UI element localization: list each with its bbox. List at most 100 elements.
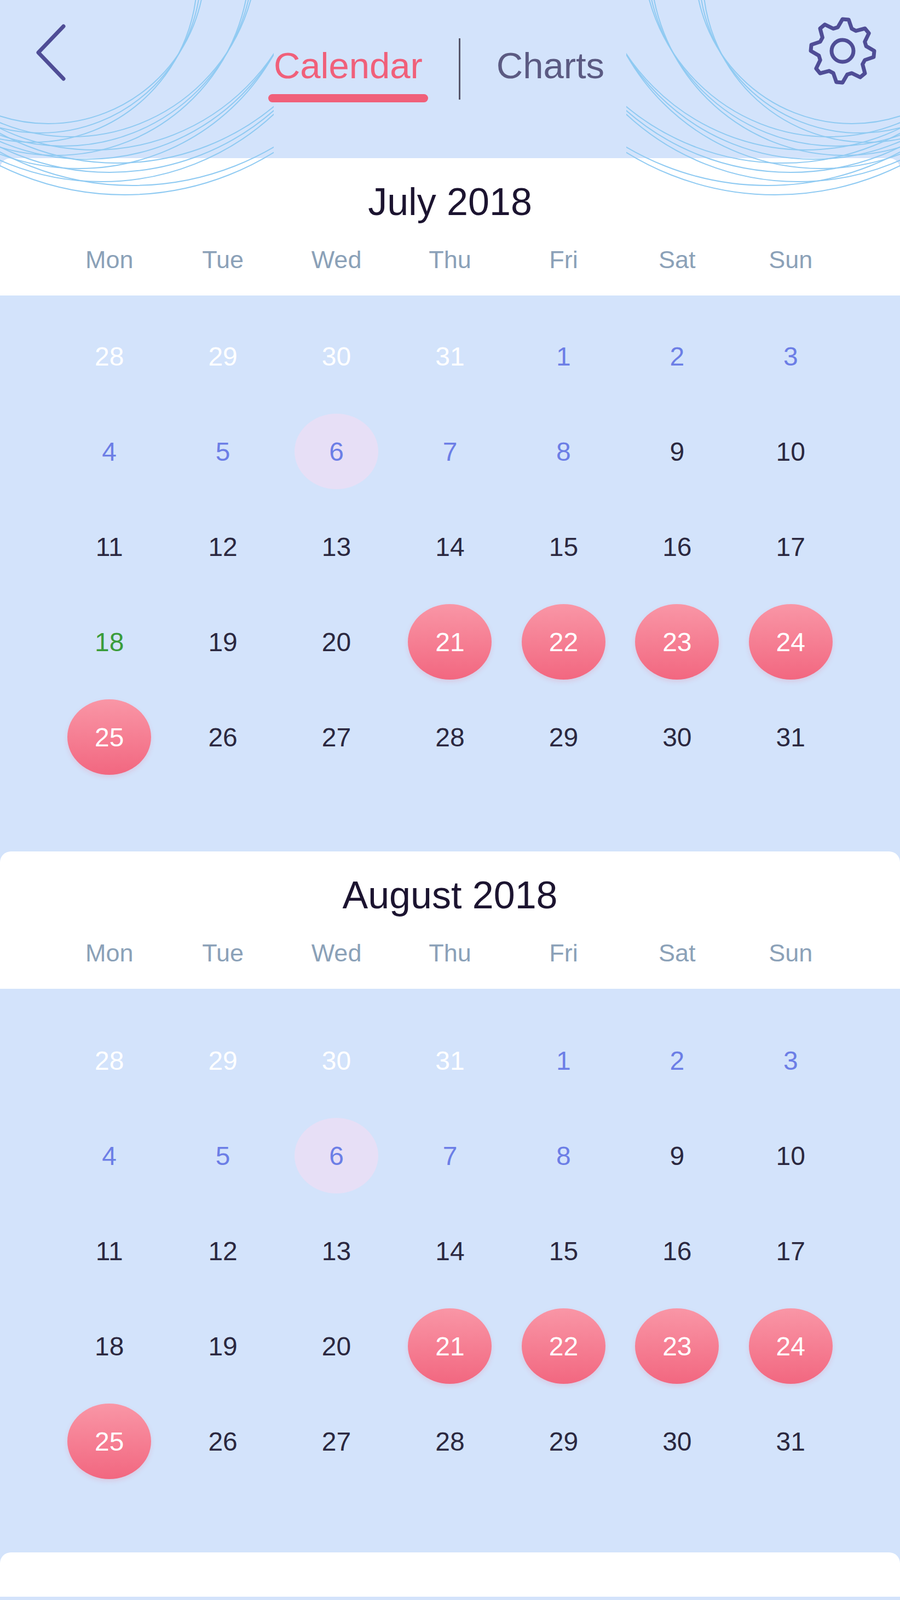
- day-cell[interactable]: 17: [734, 1203, 848, 1300]
- day-cell[interactable]: 4: [52, 1108, 166, 1204]
- day-cell[interactable]: 28: [393, 1394, 507, 1490]
- day-cell[interactable]: 8: [506, 1108, 621, 1204]
- tab[interactable]: Calendar: [268, 42, 429, 103]
- day-cell[interactable]: 5: [165, 1108, 280, 1204]
- day-cell[interactable]: 30: [620, 1394, 734, 1490]
- day-cell[interactable]: 31: [734, 1394, 848, 1490]
- day-number: 12: [181, 1213, 265, 1290]
- day-cell[interactable]: 30: [620, 689, 734, 786]
- day-cell[interactable]: 18: [52, 594, 166, 690]
- day-cell[interactable]: 14: [393, 1203, 507, 1300]
- day-number: 29: [181, 318, 265, 395]
- day-cell[interactable]: 23: [620, 594, 734, 690]
- day-cell[interactable]: 5: [165, 404, 280, 500]
- day-cell[interactable]: 15: [506, 499, 621, 595]
- day-cell[interactable]: 10: [734, 404, 848, 500]
- day-number: 27: [294, 699, 379, 776]
- weekday-label: Tue: [165, 243, 280, 277]
- day-cell[interactable]: 16: [620, 499, 734, 595]
- day-cell[interactable]: 9: [620, 404, 734, 500]
- day-number: 31: [407, 318, 492, 395]
- day-cell[interactable]: 22: [506, 594, 621, 690]
- day-cell[interactable]: 10: [734, 1108, 848, 1204]
- day-cell[interactable]: 21: [393, 594, 507, 690]
- day-cell[interactable]: 17: [734, 499, 848, 595]
- day-cell[interactable]: 13: [279, 1203, 394, 1300]
- day-number: 6: [294, 413, 379, 490]
- day-cell[interactable]: 29: [165, 308, 280, 405]
- day-cell[interactable]: 30: [279, 1013, 394, 1109]
- day-cell[interactable]: 15: [506, 1203, 621, 1300]
- day-cell[interactable]: 6: [279, 1108, 394, 1204]
- day-cell[interactable]: 2: [620, 308, 734, 405]
- day-number: 11: [67, 509, 152, 585]
- day-number: 11: [67, 1213, 152, 1290]
- day-cell[interactable]: 2: [620, 1013, 734, 1109]
- day-cell[interactable]: 8: [506, 404, 621, 500]
- day-cell[interactable]: 21: [393, 1299, 507, 1395]
- day-number: 23: [635, 604, 719, 680]
- day-number: 25: [67, 1404, 152, 1480]
- tab-divider: [458, 38, 461, 100]
- day-cell[interactable]: 31: [393, 308, 507, 405]
- day-number: 29: [181, 1023, 265, 1099]
- day-cell[interactable]: 3: [734, 308, 848, 405]
- day-cell[interactable]: 24: [734, 1299, 848, 1395]
- day-cell[interactable]: 26: [165, 1394, 280, 1490]
- day-number: 19: [181, 604, 265, 680]
- day-number: 24: [748, 604, 833, 680]
- day-cell[interactable]: 6: [279, 404, 394, 500]
- day-cell[interactable]: 16: [620, 1203, 734, 1300]
- day-number: 15: [521, 1213, 606, 1290]
- day-number: 31: [407, 1023, 492, 1099]
- day-cell[interactable]: 30: [279, 308, 394, 405]
- day-cell[interactable]: 27: [279, 1394, 394, 1490]
- day-cell[interactable]: 23: [620, 1299, 734, 1395]
- day-cell[interactable]: 19: [165, 594, 280, 690]
- day-cell[interactable]: 26: [165, 689, 280, 786]
- day-cell[interactable]: 1: [506, 1013, 621, 1109]
- back-button[interactable]: [32, 21, 72, 84]
- day-cell[interactable]: 3: [734, 1013, 848, 1109]
- day-number: 14: [407, 1213, 492, 1290]
- day-cell[interactable]: 29: [506, 689, 621, 786]
- day-cell[interactable]: 9: [620, 1108, 734, 1204]
- day-cell[interactable]: 19: [165, 1299, 280, 1395]
- day-cell[interactable]: 11: [52, 499, 166, 595]
- day-cell[interactable]: 28: [52, 308, 166, 405]
- weekday-label: Fri: [506, 937, 621, 971]
- month-title: August 2018: [52, 872, 848, 919]
- day-cell[interactable]: 28: [393, 689, 507, 786]
- day-cell[interactable]: 7: [393, 1108, 507, 1204]
- day-cell[interactable]: 25: [52, 1394, 166, 1490]
- day-cell[interactable]: 27: [279, 689, 394, 786]
- day-number: 5: [181, 1118, 265, 1194]
- day-cell[interactable]: 20: [279, 1299, 394, 1395]
- day-cell[interactable]: 14: [393, 499, 507, 595]
- day-cell[interactable]: 25: [52, 689, 166, 786]
- day-cell[interactable]: 22: [506, 1299, 621, 1395]
- day-cell[interactable]: 12: [165, 499, 280, 595]
- day-cell[interactable]: 18: [52, 1299, 166, 1395]
- day-cell[interactable]: 24: [734, 594, 848, 690]
- month-header: August 2018MonTueWedThuFriSatSun: [0, 851, 900, 990]
- day-cell[interactable]: 29: [506, 1394, 621, 1490]
- day-cell[interactable]: 11: [52, 1203, 166, 1300]
- day-cell[interactable]: 31: [734, 689, 848, 786]
- day-cell[interactable]: 12: [165, 1203, 280, 1300]
- settings-button[interactable]: [806, 15, 879, 87]
- day-cell[interactable]: 13: [279, 499, 394, 595]
- day-number: 17: [748, 509, 833, 585]
- day-cell[interactable]: 29: [165, 1013, 280, 1109]
- day-cell[interactable]: 28: [52, 1013, 166, 1109]
- day-number: 23: [635, 1308, 719, 1385]
- day-cell[interactable]: 7: [393, 404, 507, 500]
- day-cell[interactable]: 4: [52, 404, 166, 500]
- day-cell[interactable]: 31: [393, 1013, 507, 1109]
- day-cell[interactable]: 1: [506, 308, 621, 405]
- tab[interactable]: Charts: [491, 42, 610, 103]
- day-number: 19: [181, 1308, 265, 1385]
- day-number: 2: [635, 318, 719, 395]
- day-cell[interactable]: 20: [279, 594, 394, 690]
